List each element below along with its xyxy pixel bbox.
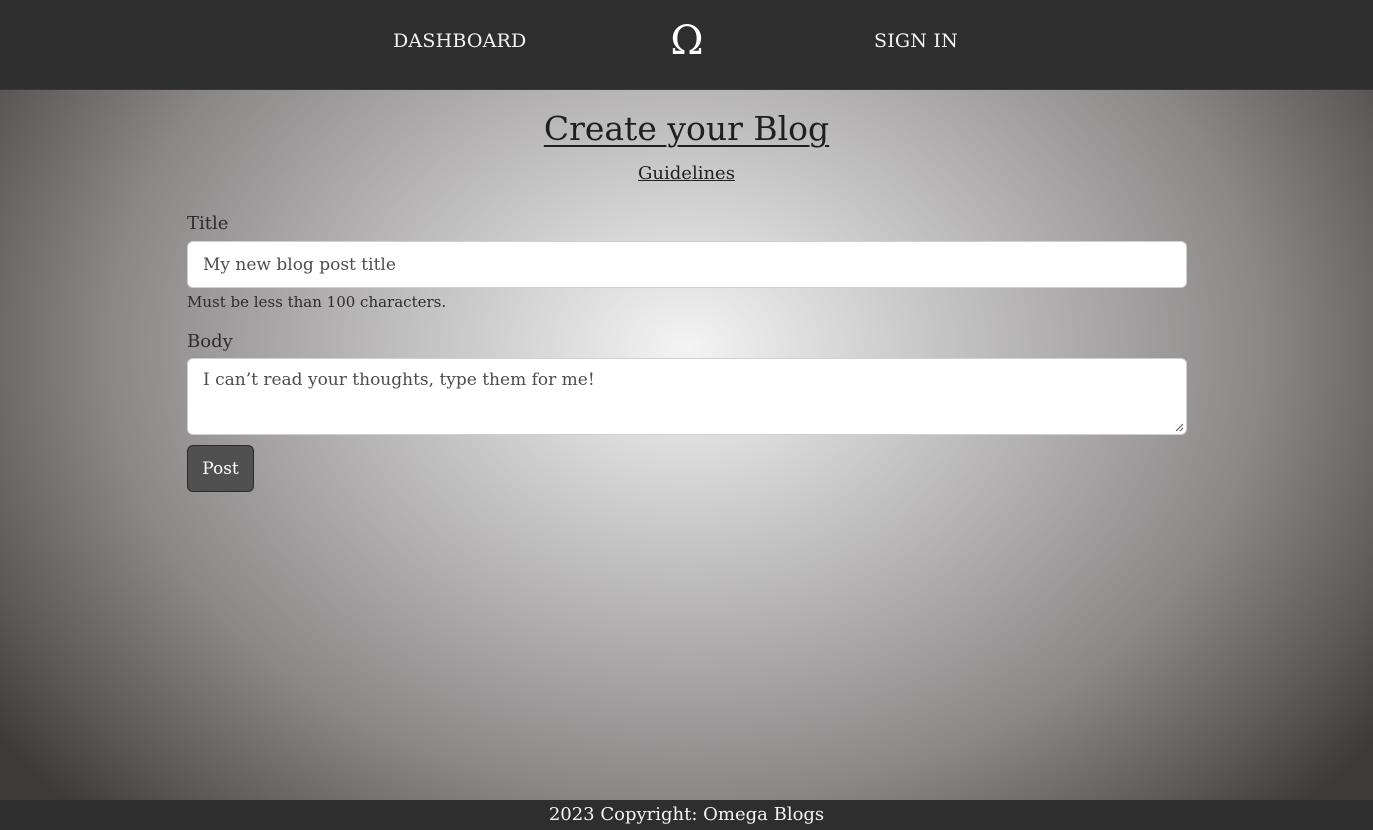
omega-logo-icon[interactable]: Ω bbox=[667, 16, 707, 66]
title-input[interactable] bbox=[187, 241, 1187, 288]
page-title-link[interactable]: Create your Blog bbox=[544, 109, 829, 148]
title-label: Title bbox=[187, 213, 229, 234]
nav-dashboard-link[interactable]: DASHBOARD bbox=[393, 30, 527, 52]
footer: 2023 Copyright: Omega Blogs bbox=[0, 800, 1373, 830]
body-label: Body bbox=[187, 331, 233, 352]
footer-copyright: 2023 Copyright: Omega Blogs bbox=[548, 804, 825, 825]
guidelines-row: Guidelines bbox=[0, 162, 1373, 186]
page-title: Create your Blog bbox=[0, 106, 1373, 152]
nav-signin-link[interactable]: SIGN IN bbox=[874, 30, 958, 52]
navbar: DASHBOARD Ω SIGN IN bbox=[0, 0, 1373, 90]
body-textarea[interactable] bbox=[187, 358, 1187, 435]
post-button[interactable]: Post bbox=[187, 445, 254, 492]
title-hint: Must be less than 100 characters. bbox=[187, 293, 447, 311]
resize-handle-icon[interactable] bbox=[1174, 422, 1184, 432]
guidelines-link[interactable]: Guidelines bbox=[638, 163, 735, 184]
